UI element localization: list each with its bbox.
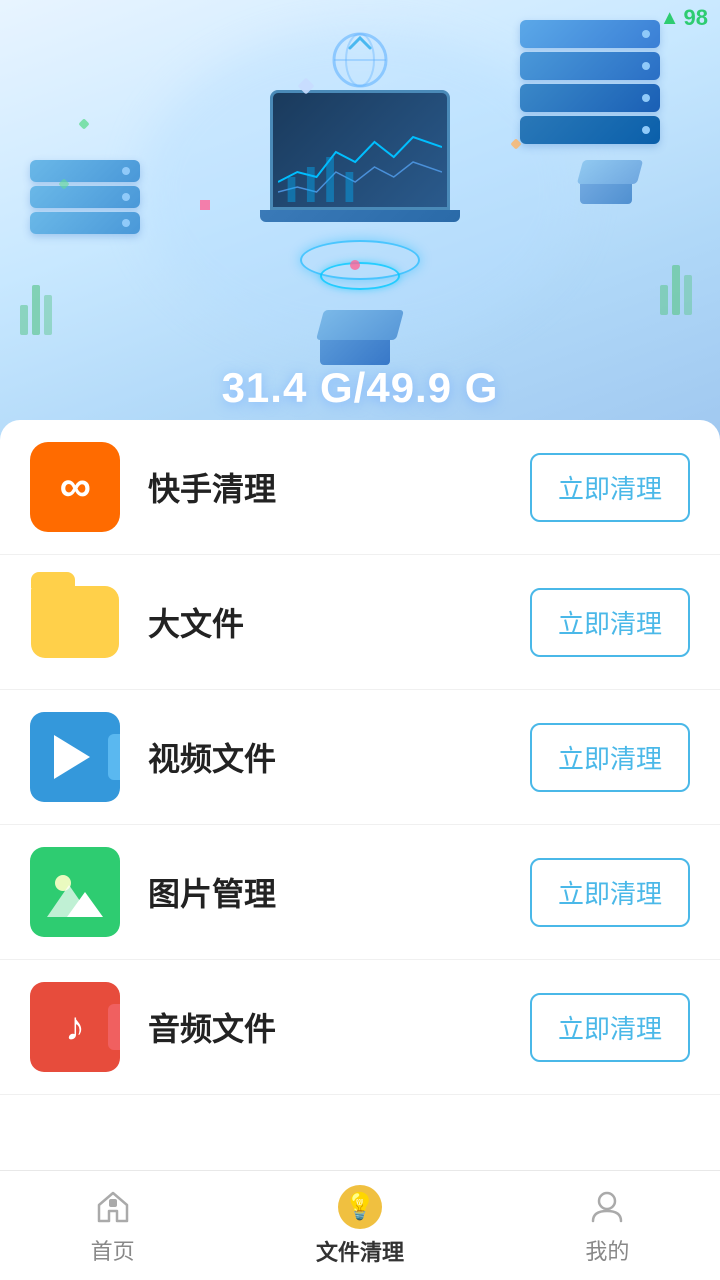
large-files-title: 大文件: [148, 599, 530, 645]
photo-mgmt-clean-button[interactable]: 立即清理: [530, 858, 690, 927]
play-triangle-icon: [54, 735, 90, 779]
kuaishou-icon: ∞: [30, 442, 120, 532]
home-nav-label: 首页: [91, 1234, 135, 1266]
list-item-large-files: 大文件 立即清理: [0, 555, 720, 690]
video-notch: [108, 734, 120, 780]
kuaishou-title: 快手清理: [148, 464, 530, 510]
video-files-clean-button[interactable]: 立即清理: [530, 723, 690, 792]
kuaishou-clean-button[interactable]: 立即清理: [530, 453, 690, 522]
bulb-icon: 💡: [338, 1185, 382, 1229]
kuaishou-symbol: ∞: [59, 462, 90, 512]
data-bars-right: [660, 245, 700, 320]
person-icon-svg: [589, 1189, 625, 1225]
list-item-photo-mgmt: 图片管理 立即清理: [0, 825, 720, 960]
connection-dot: [350, 260, 360, 270]
main-content-card: ∞ 快手清理 立即清理 大文件 立即清理 视频文件 立即清理 图片管理 立即清理: [0, 420, 720, 1240]
audio-files-title: 音频文件: [148, 1004, 530, 1050]
wifi-icon: ▲: [660, 7, 680, 30]
battery-indicator: 98: [684, 5, 708, 31]
mine-nav-label: 我的: [585, 1234, 629, 1266]
audio-icon: ♪: [30, 982, 120, 1072]
audio-files-clean-button[interactable]: 立即清理: [530, 993, 690, 1062]
globe-icon: [330, 30, 390, 90]
folder-icon: [30, 577, 120, 667]
mine-nav-icon: [586, 1186, 628, 1228]
bulb-symbol: 💡: [344, 1191, 376, 1222]
storage-display: 31.4 G/49.9 G: [222, 364, 499, 412]
nav-item-mine[interactable]: 我的: [545, 1178, 669, 1274]
list-item-audio-files: ♪ 音频文件 立即清理: [0, 960, 720, 1095]
server-stack-left: [30, 160, 140, 250]
mountain-svg: [47, 867, 103, 917]
connection-dot: [200, 200, 210, 210]
data-bars-left: [20, 255, 60, 340]
cube-bottom: [320, 310, 400, 360]
folder-shape: [31, 586, 119, 658]
laptop-illustration: [270, 90, 450, 222]
list-item-kuaishou: ∞ 快手清理 立即清理: [0, 420, 720, 555]
glow-ring-inner: [320, 262, 400, 290]
home-nav-icon: [92, 1186, 134, 1228]
server-stack-right: [520, 20, 660, 130]
photo-mgmt-title: 图片管理: [148, 869, 530, 915]
nav-item-home[interactable]: 首页: [51, 1178, 175, 1274]
home-icon-svg: [95, 1189, 131, 1225]
list-item-video-files: 视频文件 立即清理: [0, 690, 720, 825]
music-note-icon: ♪: [65, 1005, 85, 1050]
video-icon: [30, 712, 120, 802]
file-clean-nav-label: 文件清理: [316, 1235, 404, 1267]
photo-icon: [30, 847, 120, 937]
status-bar: ▲ 98: [600, 0, 720, 36]
audio-notch: [108, 1004, 120, 1050]
video-files-title: 视频文件: [148, 734, 530, 780]
bottom-navigation: 首页 💡 文件清理 我的: [0, 1170, 720, 1280]
hero-section: ▲ 98: [0, 0, 720, 440]
large-files-clean-button[interactable]: 立即清理: [530, 588, 690, 657]
nav-item-file-clean[interactable]: 💡 文件清理: [276, 1177, 444, 1275]
cube-small-right: [580, 160, 640, 210]
particle: [78, 118, 89, 129]
